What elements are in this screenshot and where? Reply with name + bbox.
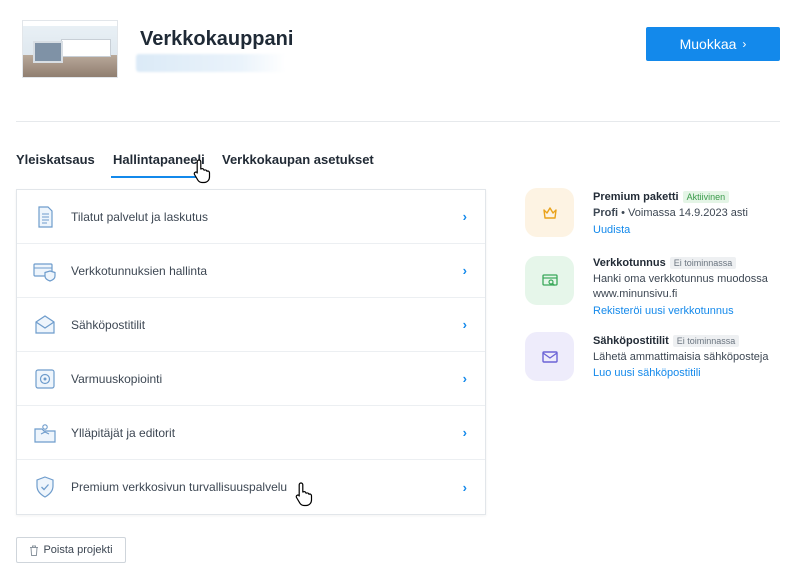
crown-icon	[542, 206, 557, 219]
domain-description: Hanki oma verkkotunnus muodossa www.minu…	[593, 273, 768, 300]
menu-item-domains[interactable]: Verkkotunnuksien hallinta ›	[17, 244, 485, 298]
chevron-right-icon: ›	[462, 317, 467, 332]
menu-item-label: Ylläpitäjät ja editorit	[71, 425, 176, 440]
domain-shield-icon	[33, 263, 56, 282]
domain-status: Verkkotunnus Ei toiminnassa Hanki oma ver…	[525, 254, 785, 332]
chevron-right-icon: ›	[462, 479, 467, 495]
menu-item-admins[interactable]: Ylläpitäjät ja editorit ›	[17, 406, 485, 460]
domain-icon-tile	[525, 256, 574, 305]
document-icon	[38, 206, 53, 228]
register-domain-link[interactable]: Rekisteröi uusi verkkotunnus	[593, 305, 734, 317]
chevron-right-icon: ›	[462, 425, 467, 440]
hand-cursor-icon	[193, 159, 211, 184]
menu-item-label: Verkkotunnuksien hallinta	[71, 263, 208, 278]
envelope-icon	[541, 350, 558, 363]
chevron-right-icon: ›	[462, 371, 467, 386]
email-title: Sähköpostitilit Ei toiminnassa	[593, 335, 740, 347]
site-title: Verkkokauppani	[140, 28, 294, 50]
tab-store-settings[interactable]: Verkkokaupan asetukset	[222, 152, 374, 178]
users-folder-icon	[34, 424, 56, 443]
project-header: Verkkokauppani Muokkaa ›	[16, 12, 780, 84]
status-badge: Ei toiminnassa	[669, 257, 737, 269]
email-status: Sähköpostitilit Ei toiminnassa Lähetä amm…	[525, 332, 785, 400]
chevron-right-icon: ›	[462, 209, 467, 224]
menu-item-label: Tilatut palvelut ja laskutus	[71, 209, 208, 224]
premium-status: Premium paketti Aktiivinen Profi • Voimas…	[525, 188, 785, 254]
status-badge: Ei toiminnassa	[672, 335, 740, 347]
domain-title: Verkkotunnus Ei toiminnassa	[593, 257, 737, 269]
status-panel: Premium paketti Aktiivinen Profi • Voimas…	[525, 188, 785, 400]
site-thumbnail[interactable]	[22, 20, 118, 78]
tab-overview[interactable]: Yleiskatsaus	[16, 152, 95, 178]
email-icon-tile	[525, 332, 574, 381]
domain-search-icon	[541, 273, 558, 286]
premium-icon-tile	[525, 188, 574, 237]
chevron-right-icon: ›	[462, 263, 467, 278]
menu-item-billing[interactable]: Tilatut palvelut ja laskutus ›	[17, 190, 485, 244]
edit-button-label: Muokkaa	[679, 36, 737, 52]
menu-item-label: Varmuuskopiointi	[71, 371, 163, 386]
menu-item-label: Premium verkkosivun turvallisuuspalvelu	[71, 480, 288, 494]
header-divider	[16, 121, 780, 122]
hand-cursor-icon	[295, 482, 313, 507]
status-badge: Aktiivinen	[682, 191, 730, 203]
mail-icon	[35, 315, 55, 334]
site-url-blurred	[136, 54, 286, 72]
trash-icon	[30, 545, 39, 556]
premium-description: Profi • Voimassa 14.9.2023 asti	[593, 207, 748, 219]
menu-item-email[interactable]: Sähköpostitilit ›	[17, 298, 485, 352]
menu-item-backup[interactable]: Varmuuskopiointi ›	[17, 352, 485, 406]
menu-item-security[interactable]: Premium verkkosivun turvallisuuspalvelu …	[17, 460, 485, 514]
edit-button[interactable]: Muokkaa ›	[646, 27, 780, 61]
email-description: Lähetä ammattimaisia sähköposteja	[593, 351, 769, 363]
dashboard-menu: Tilatut palvelut ja laskutus › Verkkotun…	[16, 189, 486, 515]
delete-project-button[interactable]: Poista projekti	[16, 537, 126, 563]
shield-check-icon	[36, 476, 54, 498]
safe-icon	[35, 369, 55, 389]
create-email-link[interactable]: Luo uusi sähköpostitili	[593, 367, 701, 379]
menu-item-label: Sähköpostitilit	[71, 317, 146, 332]
chevron-right-icon: ›	[742, 37, 747, 51]
premium-title: Premium paketti Aktiivinen	[593, 191, 730, 203]
delete-project-label: Poista projekti	[43, 544, 113, 556]
renew-link[interactable]: Uudista	[593, 224, 630, 236]
